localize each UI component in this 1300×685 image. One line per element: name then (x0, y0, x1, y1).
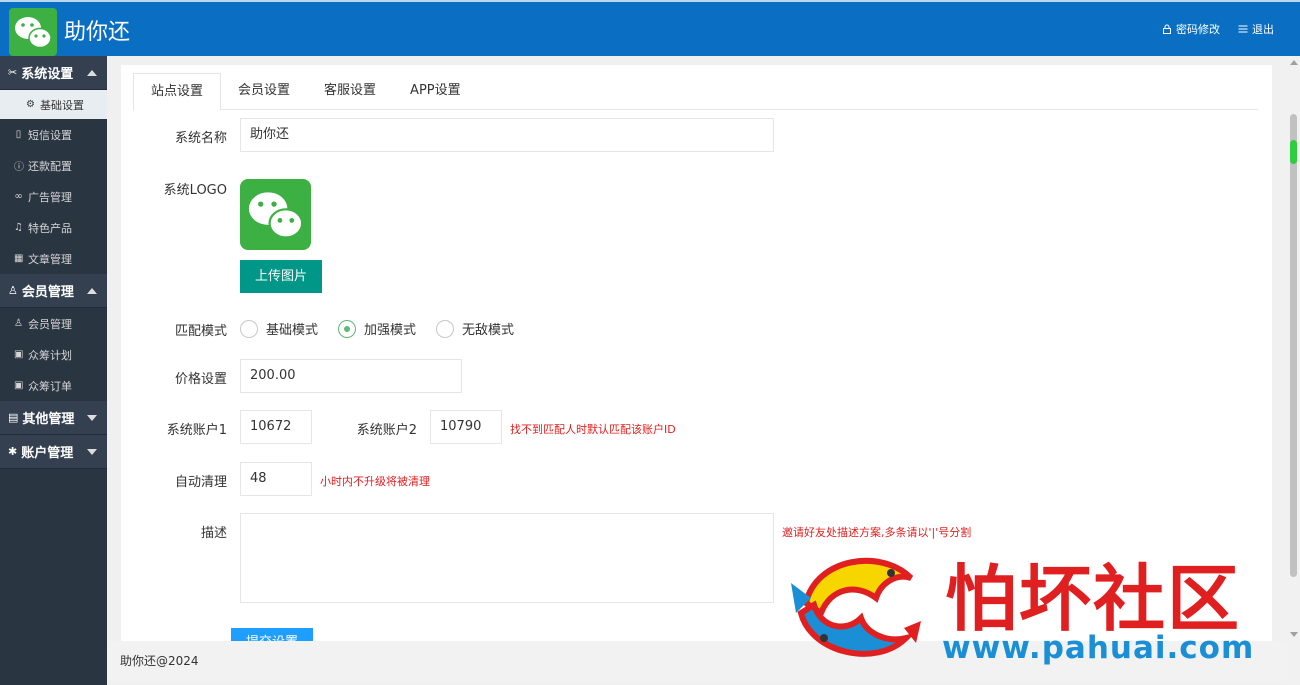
watermark-fish-logo-icon (786, 543, 926, 673)
sidebar-item-label: 众筹计划 (28, 348, 72, 362)
radio-circle-icon (436, 319, 455, 338)
sidebar-item-crowdfunding-orders[interactable]: ▣ 众筹订单 (0, 370, 107, 401)
radio-basic-mode[interactable]: 基础模式 (240, 319, 318, 338)
caret-up-icon (87, 70, 97, 76)
caret-up-icon (87, 288, 97, 294)
radio-label: 加强模式 (364, 323, 417, 338)
logout-label: 退出 (1252, 23, 1274, 36)
account2-label: 系统账户2 (356, 423, 417, 438)
gear-icon: ✱ (8, 445, 18, 458)
sidebar-item-label: 众筹订单 (28, 379, 72, 393)
user-icon: ♙ (14, 318, 23, 329)
description-textarea[interactable] (240, 513, 774, 603)
sidebar-item-article-management[interactable]: ▦ 文章管理 (0, 243, 107, 274)
sidebar-item-basic-settings[interactable]: ⚙ 基础设置 (0, 90, 107, 119)
grid-icon: ▦ (14, 253, 24, 264)
sidebar-item-label: 短信设置 (28, 128, 72, 142)
sidebar: ✂ 系统设置 ⚙ 基础设置 ▯ 短信设置 ⓘ 还款配置 ∞ 广告管理 ♫ 特色产… (0, 56, 107, 685)
tab-site-settings[interactable]: 站点设置 (133, 73, 222, 111)
lock-icon (1163, 24, 1171, 34)
sidebar-item-label: 基础设置 (40, 98, 84, 112)
tab-app-settings[interactable]: APP设置 (393, 73, 478, 110)
logout-link[interactable]: 退出 (1238, 21, 1274, 37)
scroll-up-arrow-icon[interactable] (1290, 60, 1298, 65)
logo-preview-image (240, 179, 311, 250)
sidebar-item-label: 会员管理 (28, 317, 72, 331)
sidebar-group-label: 其他管理 (22, 412, 75, 427)
sidebar-group-system-settings[interactable]: ✂ 系统设置 (0, 56, 107, 90)
scroll-down-arrow-icon[interactable] (1290, 632, 1298, 637)
sidebar-group-label: 系统设置 (21, 67, 74, 82)
auto-clean-input[interactable]: 48 (240, 462, 312, 496)
sidebar-group-member-management[interactable]: ♙ 会员管理 (0, 274, 107, 308)
sidebar-item-crowdfunding-plan[interactable]: ▣ 众筹计划 (0, 339, 107, 370)
wechat-logo-icon (9, 8, 57, 56)
radio-checked-icon (338, 319, 357, 338)
description-label: 描述 (200, 526, 227, 541)
account2-hint: 找不到匹配人时默认匹配该账户ID (510, 423, 676, 436)
user-icon: ♙ (8, 284, 18, 297)
sidebar-item-label: 文章管理 (28, 252, 72, 266)
sidebar-item-label: 广告管理 (28, 190, 72, 204)
watermark-url: www.pahuai.com (942, 630, 1255, 666)
settings-tabs: 站点设置 会员设置 客服设置 APP设置 (133, 73, 1258, 111)
price-label: 价格设置 (174, 372, 227, 387)
sidebar-item-ad-management[interactable]: ∞ 广告管理 (0, 181, 107, 212)
radio-circle-icon (240, 319, 258, 338)
auto-clean-label: 自动清理 (174, 475, 227, 490)
tools-icon: ✂ (8, 66, 18, 79)
radio-label: 基础模式 (266, 323, 319, 338)
change-password-label: 密码修改 (1176, 23, 1220, 36)
apps-icon: ▣ (14, 380, 24, 391)
change-password-link[interactable]: 密码修改 (1162, 21, 1220, 37)
book-icon: ▤ (8, 411, 19, 424)
caret-down-icon (87, 449, 97, 455)
system-name-input[interactable]: 助你还 (240, 118, 774, 152)
scrollbar-thumb-highlight (1290, 140, 1297, 164)
system-name-label: 系统名称 (174, 131, 227, 146)
app-title: 助你还 (64, 20, 131, 45)
gear-icon: ⚙ (26, 99, 35, 110)
sidebar-item-label: 还款配置 (28, 159, 72, 173)
sidebar-item-featured-products[interactable]: ♫ 特色产品 (0, 212, 107, 243)
sidebar-group-label: 会员管理 (21, 285, 74, 300)
tab-customer-service-settings[interactable]: 客服设置 (307, 73, 393, 110)
sidebar-group-account-management[interactable]: ✱ 账户管理 (0, 435, 107, 469)
match-mode-label: 匹配模式 (174, 324, 227, 339)
price-input[interactable]: 200.00 (240, 359, 462, 393)
info-circle-icon: ⓘ (14, 162, 24, 173)
caret-down-icon (87, 415, 97, 421)
sidebar-item-member-management[interactable]: ♙ 会员管理 (0, 308, 107, 339)
sidebar-group-label: 账户管理 (21, 446, 74, 461)
phone-icon: ▯ (15, 129, 22, 140)
radio-enhanced-mode[interactable]: 加强模式 (338, 319, 416, 338)
menu-icon (1238, 25, 1248, 33)
radio-label: 无敌模式 (462, 323, 515, 338)
page-scrollbar[interactable] (1287, 56, 1300, 685)
account2-input[interactable]: 10790 (430, 410, 502, 444)
submit-settings-button[interactable]: 提交设置 (231, 628, 313, 641)
bell-icon: ♫ (14, 222, 23, 233)
link-icon: ∞ (14, 191, 23, 202)
match-mode-radio-group: 基础模式 加强模式 无敌模式 (240, 319, 514, 338)
apps-icon: ▣ (14, 349, 24, 360)
auto-clean-hint: 小时内不升级将被清理 (320, 475, 430, 488)
account1-input[interactable]: 10672 (240, 410, 312, 444)
tab-member-settings[interactable]: 会员设置 (221, 73, 307, 110)
description-hint: 邀请好友处描述方案,多条请以'|'号分割 (782, 526, 972, 539)
sidebar-group-other-management[interactable]: ▤ 其他管理 (0, 401, 107, 435)
system-logo-label: 系统LOGO (163, 183, 227, 198)
account1-label: 系统账户1 (166, 423, 227, 438)
top-header: 助你还 密码修改 退出 (0, 0, 1300, 56)
upload-image-button[interactable]: 上传图片 (240, 260, 322, 293)
sidebar-item-label: 特色产品 (28, 221, 72, 235)
scrollbar-thumb[interactable] (1290, 114, 1297, 577)
radio-invincible-mode[interactable]: 无敌模式 (436, 319, 514, 338)
sidebar-item-repayment-config[interactable]: ⓘ 还款配置 (0, 150, 107, 181)
sidebar-item-sms-settings[interactable]: ▯ 短信设置 (0, 119, 107, 150)
